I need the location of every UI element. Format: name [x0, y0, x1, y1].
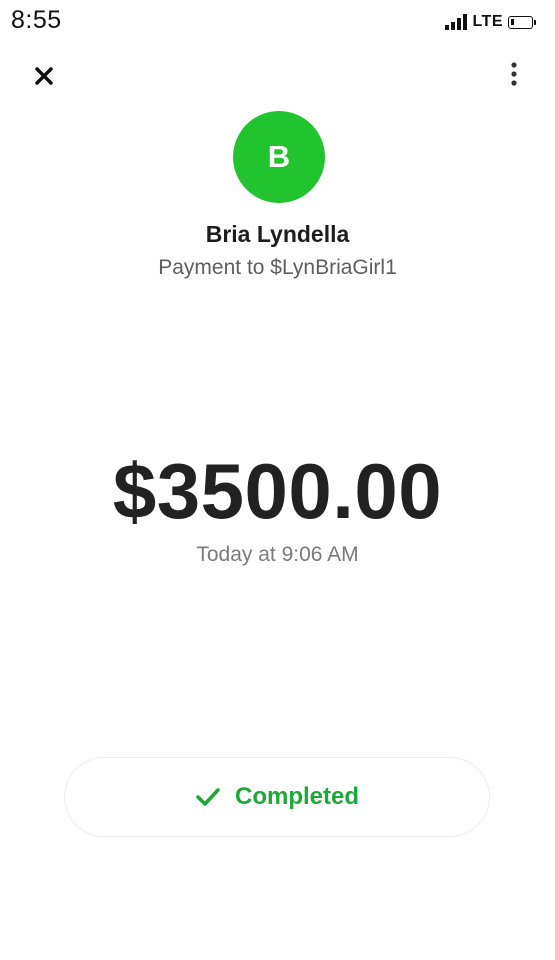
payment-timestamp: Today at 9:06 AM: [196, 543, 359, 566]
payment-receipt-screen: 8:55 LTE B Bria Lyndella Payment to $Lyn…: [0, 0, 555, 960]
payment-recipient-handle: Payment to $LynBriaGirl1: [158, 256, 397, 279]
status-bar-indicators: LTE: [445, 10, 536, 34]
payment-amount: $3500.00: [112, 447, 443, 535]
avatar: B: [233, 111, 325, 203]
more-options-button[interactable]: [502, 58, 526, 92]
status-label: Completed: [234, 783, 359, 810]
status-bar-time: 8:55: [11, 6, 62, 34]
status-badge[interactable]: Completed: [64, 757, 490, 837]
network-type-label: LTE: [472, 13, 503, 30]
check-icon: [196, 788, 220, 806]
recipient-name: Bria Lyndella: [205, 221, 350, 247]
signal-icon: [445, 14, 468, 30]
close-icon: [35, 67, 53, 85]
more-vertical-icon: [511, 62, 517, 86]
battery-icon: [508, 15, 536, 29]
close-button[interactable]: [28, 60, 60, 92]
